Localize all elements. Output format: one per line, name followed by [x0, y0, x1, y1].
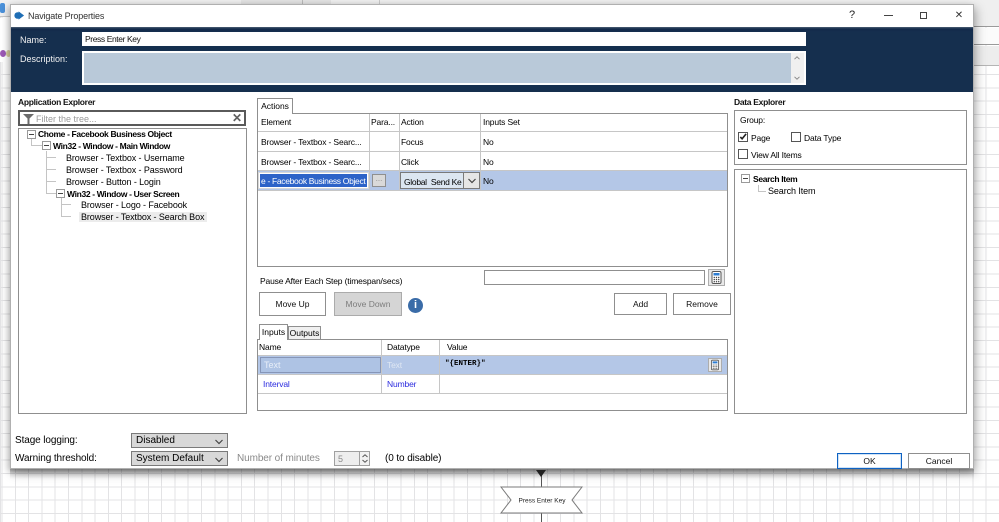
svg-text:Press Enter Key: Press Enter Key — [519, 498, 567, 505]
